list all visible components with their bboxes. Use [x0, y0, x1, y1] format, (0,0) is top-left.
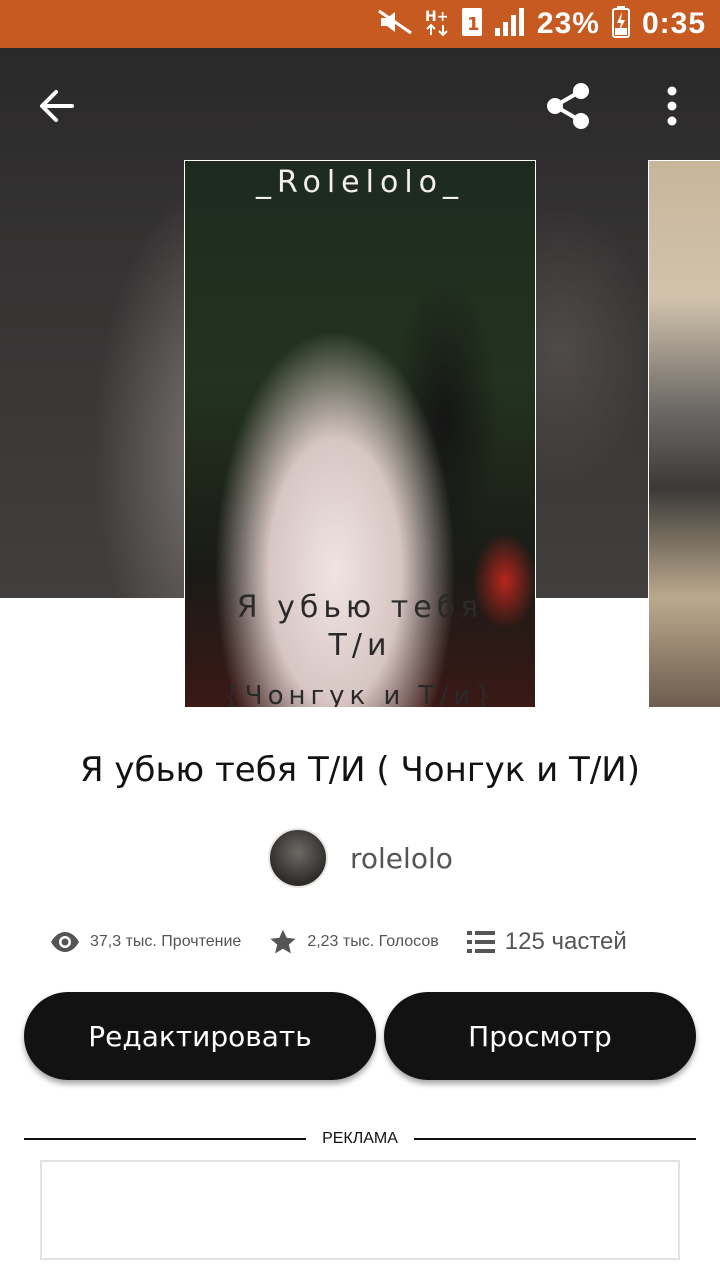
reads-stat: 37,3 тыс. Прочтение: [50, 931, 241, 953]
book-title: Я убью тебя Т/И ( Чонгук и Т/И): [80, 750, 640, 790]
share-icon: [547, 83, 589, 129]
clock: 0:35: [641, 7, 706, 40]
avatar[interactable]: [268, 828, 328, 888]
star-icon: [269, 928, 297, 956]
book-cover[interactable]: _Rolelolo_ Я убью тебя Т/и {Чонгук и Т/и…: [184, 160, 536, 708]
ad-line-right: [413, 1138, 696, 1140]
parts-stat[interactable]: 125 частей: [466, 928, 627, 956]
arrow-left-icon: [40, 90, 74, 122]
back-button[interactable]: [30, 80, 82, 132]
share-button[interactable]: [540, 78, 596, 134]
next-book-cover[interactable]: [648, 160, 720, 708]
cover-title: Я убью тебя Т/и: [185, 589, 535, 665]
author-row[interactable]: rolelolo: [268, 828, 453, 888]
ad-divider: РЕКЛАМА: [24, 1130, 696, 1148]
svg-text:H+: H+: [425, 9, 448, 25]
edit-button[interactable]: Редактировать: [24, 992, 376, 1080]
view-button[interactable]: Просмотр: [384, 992, 696, 1080]
ad-banner[interactable]: [40, 1160, 680, 1260]
author-name[interactable]: rolelolo: [350, 842, 453, 875]
network-hplus-icon: H+: [425, 7, 449, 41]
cover-title-line1: Я убью тебя: [236, 590, 484, 625]
votes-stat: 2,23 тыс. Голосов: [269, 928, 439, 956]
status-bar: H+ 1 23% 0:35: [0, 0, 720, 48]
signal-icon: [494, 8, 525, 40]
votes-count: 2,23 тыс. Голосов: [307, 933, 439, 950]
parts-count[interactable]: 125 частей: [505, 928, 627, 956]
stats-row: 37,3 тыс. Прочтение 2,23 тыс. Голосов 12…: [50, 922, 690, 962]
reads-count: 37,3 тыс. Прочтение: [90, 933, 242, 950]
battery-charging-icon: [611, 6, 630, 42]
eye-icon: [50, 931, 80, 953]
cover-title-line2: Т/и: [328, 628, 392, 663]
more-options-button[interactable]: [650, 80, 694, 132]
cover-subtitle: {Чонгук и Т/и}: [223, 681, 497, 708]
list-icon: [466, 931, 495, 953]
svg-text:1: 1: [467, 14, 480, 35]
ad-label: РЕКЛАМА: [322, 1130, 398, 1147]
cover-top-text: _Rolelolo_: [255, 165, 465, 200]
mute-icon: [377, 9, 413, 39]
battery-percent: 23%: [536, 7, 600, 40]
ad-line-left: [24, 1138, 307, 1140]
more-vertical-icon: [667, 86, 677, 126]
sim-1-icon: 1: [461, 7, 483, 41]
